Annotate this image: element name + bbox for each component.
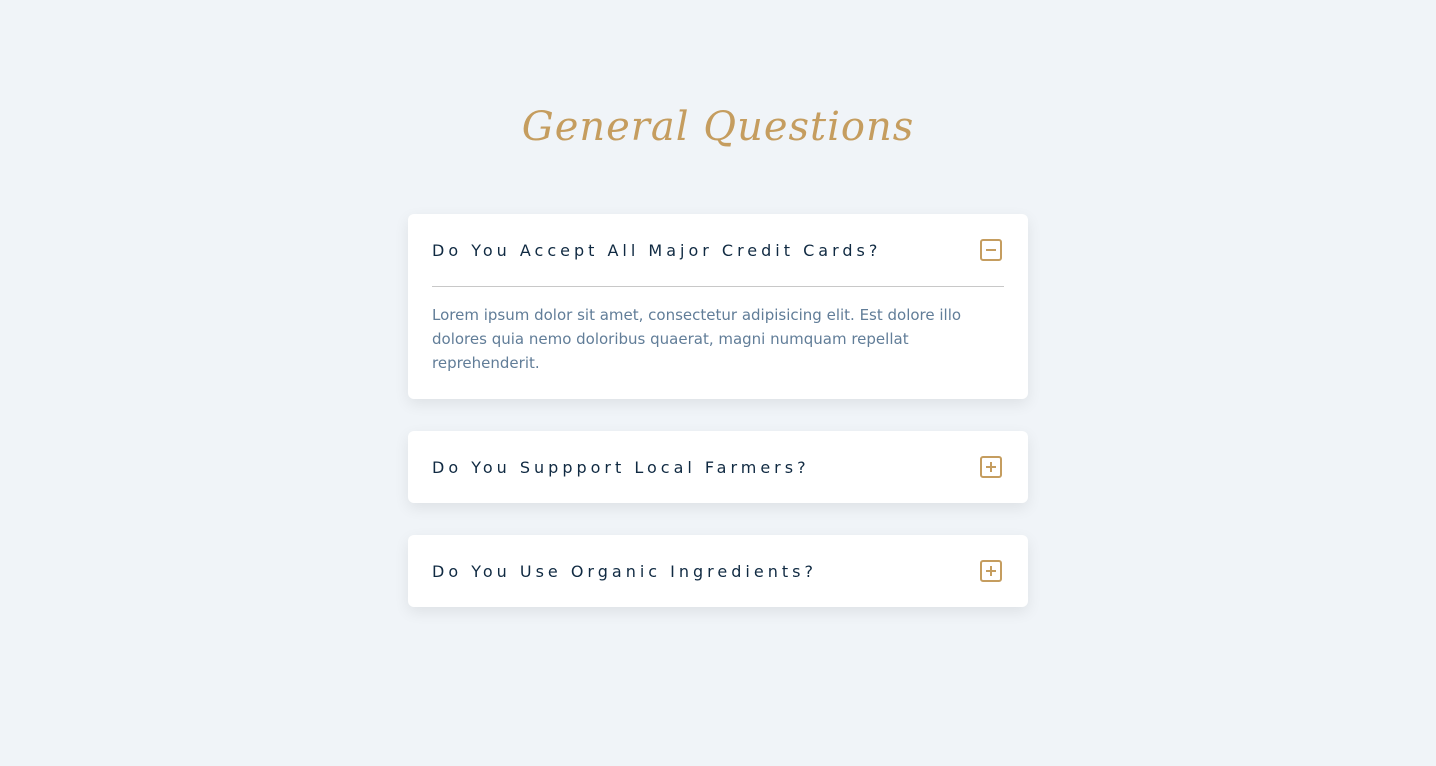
- faq-header[interactable]: Do You Suppport Local Farmers?: [432, 431, 1004, 503]
- minus-square-icon: [986, 249, 996, 251]
- faq-page: General Questions Do You Accept All Majo…: [0, 0, 1436, 766]
- faq-question: Do You Use Organic Ingredients?: [432, 561, 817, 581]
- page-title: General Questions: [521, 104, 915, 150]
- faq-header[interactable]: Do You Accept All Major Credit Cards?: [432, 214, 1004, 286]
- faq-item-organic-ingredients: Do You Use Organic Ingredients?: [408, 535, 1028, 607]
- faq-question: Do You Accept All Major Credit Cards?: [432, 240, 882, 260]
- faq-question: Do You Suppport Local Farmers?: [432, 457, 810, 477]
- expand-button[interactable]: [980, 560, 1002, 582]
- faq-item-local-farmers: Do You Suppport Local Farmers?: [408, 431, 1028, 503]
- expand-button[interactable]: [980, 456, 1002, 478]
- faq-list: Do You Accept All Major Credit Cards? Lo…: [408, 214, 1028, 639]
- collapse-button[interactable]: [980, 239, 1002, 261]
- faq-header[interactable]: Do You Use Organic Ingredients?: [432, 535, 1004, 607]
- faq-answer: Lorem ipsum dolor sit amet, consectetur …: [432, 306, 962, 372]
- faq-item-credit-cards: Do You Accept All Major Credit Cards? Lo…: [408, 214, 1028, 399]
